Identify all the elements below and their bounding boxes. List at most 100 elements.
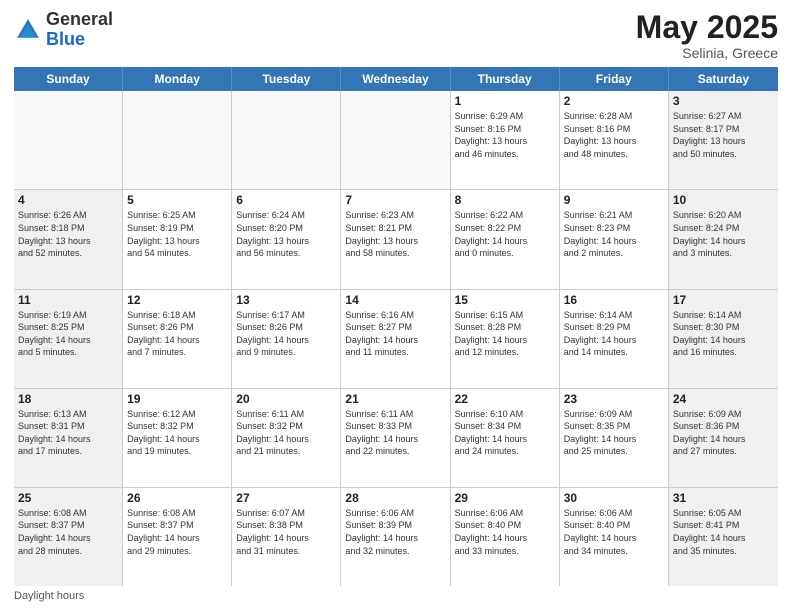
day-number-17: 17 [673, 293, 774, 307]
week-row-2: 4Sunrise: 6:26 AM Sunset: 8:18 PM Daylig… [14, 190, 778, 289]
daylight-label: Daylight hours [14, 590, 84, 602]
day-number-3: 3 [673, 94, 774, 108]
week-row-1: 1 Sunrise: 6:29 AM Sunset: 8:16 PM Daylig… [14, 91, 778, 190]
title-location: Selinia, Greece [636, 45, 778, 61]
day-number-11: 11 [18, 293, 118, 307]
day-info-3: Sunrise: 6:27 AM Sunset: 8:17 PM Dayligh… [673, 110, 774, 160]
day-info-23: Sunrise: 6:09 AM Sunset: 8:35 PM Dayligh… [564, 408, 664, 458]
day-3: 3 Sunrise: 6:27 AM Sunset: 8:17 PM Daylig… [669, 91, 778, 189]
day-7: 7 Sunrise: 6:23 AM Sunset: 8:21 PM Daylig… [341, 190, 450, 288]
day-15: 15 Sunrise: 6:15 AM Sunset: 8:28 PM Dayli… [451, 290, 560, 388]
week-row-4: 18 Sunrise: 6:13 AM Sunset: 8:31 PM Dayli… [14, 389, 778, 488]
day-info-29: Sunrise: 6:06 AM Sunset: 8:40 PM Dayligh… [455, 507, 555, 557]
day-26: 26 Sunrise: 6:08 AM Sunset: 8:37 PM Dayli… [123, 488, 232, 586]
day-number-10: 10 [673, 193, 774, 207]
day-23: 23 Sunrise: 6:09 AM Sunset: 8:35 PM Dayli… [560, 389, 669, 487]
day-number-2: 2 [564, 94, 664, 108]
calendar-header: SundayMondayTuesdayWednesdayThursdayFrid… [14, 67, 778, 91]
day-6: 6 Sunrise: 6:24 AM Sunset: 8:20 PM Daylig… [232, 190, 341, 288]
header-day-tuesday: Tuesday [232, 67, 341, 91]
logo-icon [14, 16, 42, 44]
day-13: 13 Sunrise: 6:17 AM Sunset: 8:26 PM Dayli… [232, 290, 341, 388]
day-25: 25 Sunrise: 6:08 AM Sunset: 8:37 PM Dayli… [14, 488, 123, 586]
day-info-5: Sunrise: 6:25 AM Sunset: 8:19 PM Dayligh… [127, 209, 227, 259]
day-info-13: Sunrise: 6:17 AM Sunset: 8:26 PM Dayligh… [236, 309, 336, 359]
day-number-26: 26 [127, 491, 227, 505]
day-info-21: Sunrise: 6:11 AM Sunset: 8:33 PM Dayligh… [345, 408, 445, 458]
day-info-28: Sunrise: 6:06 AM Sunset: 8:39 PM Dayligh… [345, 507, 445, 557]
day-number-15: 15 [455, 293, 555, 307]
day-number-21: 21 [345, 392, 445, 406]
day-info-19: Sunrise: 6:12 AM Sunset: 8:32 PM Dayligh… [127, 408, 227, 458]
day-info-20: Sunrise: 6:11 AM Sunset: 8:32 PM Dayligh… [236, 408, 336, 458]
day-info-11: Sunrise: 6:19 AM Sunset: 8:25 PM Dayligh… [18, 309, 118, 359]
day-number-12: 12 [127, 293, 227, 307]
logo-blue: Blue [46, 30, 113, 50]
footer-note: Daylight hours [14, 590, 778, 602]
day-info-26: Sunrise: 6:08 AM Sunset: 8:37 PM Dayligh… [127, 507, 227, 557]
day-28: 28 Sunrise: 6:06 AM Sunset: 8:39 PM Dayli… [341, 488, 450, 586]
day-info-7: Sunrise: 6:23 AM Sunset: 8:21 PM Dayligh… [345, 209, 445, 259]
day-number-23: 23 [564, 392, 664, 406]
day-14: 14Sunrise: 6:16 AM Sunset: 8:27 PM Dayli… [341, 290, 450, 388]
day-number-27: 27 [236, 491, 336, 505]
day-info-18: Sunrise: 6:13 AM Sunset: 8:31 PM Dayligh… [18, 408, 118, 458]
day-number-6: 6 [236, 193, 336, 207]
day-info-27: Sunrise: 6:07 AM Sunset: 8:38 PM Dayligh… [236, 507, 336, 557]
day-info-22: Sunrise: 6:10 AM Sunset: 8:34 PM Dayligh… [455, 408, 555, 458]
day-info-6: Sunrise: 6:24 AM Sunset: 8:20 PM Dayligh… [236, 209, 336, 259]
day-number-24: 24 [673, 392, 774, 406]
week-row-3: 11 Sunrise: 6:19 AM Sunset: 8:25 PM Dayli… [14, 290, 778, 389]
day-number-18: 18 [18, 392, 118, 406]
day-number-25: 25 [18, 491, 118, 505]
header-day-friday: Friday [560, 67, 669, 91]
day-info-15: Sunrise: 6:15 AM Sunset: 8:28 PM Dayligh… [455, 309, 555, 359]
day-9: 9 Sunrise: 6:21 AM Sunset: 8:23 PM Daylig… [560, 190, 669, 288]
day-11: 11 Sunrise: 6:19 AM Sunset: 8:25 PM Dayli… [14, 290, 123, 388]
day-number-13: 13 [236, 293, 336, 307]
day-number-20: 20 [236, 392, 336, 406]
day-19: 19 Sunrise: 6:12 AM Sunset: 8:32 PM Dayli… [123, 389, 232, 487]
day-number-7: 7 [345, 193, 445, 207]
day-21: 21 Sunrise: 6:11 AM Sunset: 8:33 PM Dayli… [341, 389, 450, 487]
day-info-1: Sunrise: 6:29 AM Sunset: 8:16 PM Dayligh… [455, 110, 555, 160]
day-number-22: 22 [455, 392, 555, 406]
day-number-31: 31 [673, 491, 774, 505]
day-10: 10 Sunrise: 6:20 AM Sunset: 8:24 PM Dayli… [669, 190, 778, 288]
day-number-28: 28 [345, 491, 445, 505]
day-number-9: 9 [564, 193, 664, 207]
header-day-thursday: Thursday [451, 67, 560, 91]
logo-general: General [46, 10, 113, 30]
day-5: 5Sunrise: 6:25 AM Sunset: 8:19 PM Daylig… [123, 190, 232, 288]
logo: General Blue [14, 10, 113, 50]
day-info-2: Sunrise: 6:28 AM Sunset: 8:16 PM Dayligh… [564, 110, 664, 160]
day-18: 18 Sunrise: 6:13 AM Sunset: 8:31 PM Dayli… [14, 389, 123, 487]
empty-cell-0-0 [14, 91, 123, 189]
page-container: General Blue May 2025 Selinia, Greece Su… [0, 0, 792, 612]
logo-text: General Blue [46, 10, 113, 50]
day-number-19: 19 [127, 392, 227, 406]
day-info-24: Sunrise: 6:09 AM Sunset: 8:36 PM Dayligh… [673, 408, 774, 458]
day-info-9: Sunrise: 6:21 AM Sunset: 8:23 PM Dayligh… [564, 209, 664, 259]
day-29: 29 Sunrise: 6:06 AM Sunset: 8:40 PM Dayli… [451, 488, 560, 586]
day-number-4: 4 [18, 193, 118, 207]
header-day-sunday: Sunday [14, 67, 123, 91]
day-24: 24 Sunrise: 6:09 AM Sunset: 8:36 PM Dayli… [669, 389, 778, 487]
day-17: 17 Sunrise: 6:14 AM Sunset: 8:30 PM Dayli… [669, 290, 778, 388]
day-16: 16 Sunrise: 6:14 AM Sunset: 8:29 PM Dayli… [560, 290, 669, 388]
day-info-16: Sunrise: 6:14 AM Sunset: 8:29 PM Dayligh… [564, 309, 664, 359]
day-info-17: Sunrise: 6:14 AM Sunset: 8:30 PM Dayligh… [673, 309, 774, 359]
page-header: General Blue May 2025 Selinia, Greece [14, 10, 778, 61]
day-1: 1 Sunrise: 6:29 AM Sunset: 8:16 PM Daylig… [451, 91, 560, 189]
header-day-wednesday: Wednesday [341, 67, 450, 91]
day-30: 30Sunrise: 6:06 AM Sunset: 8:40 PM Dayli… [560, 488, 669, 586]
day-number-29: 29 [455, 491, 555, 505]
day-info-25: Sunrise: 6:08 AM Sunset: 8:37 PM Dayligh… [18, 507, 118, 557]
day-number-1: 1 [455, 94, 555, 108]
day-number-14: 14 [345, 293, 445, 307]
day-20: 20 Sunrise: 6:11 AM Sunset: 8:32 PM Dayli… [232, 389, 341, 487]
day-info-31: Sunrise: 6:05 AM Sunset: 8:41 PM Dayligh… [673, 507, 774, 557]
day-number-16: 16 [564, 293, 664, 307]
header-day-monday: Monday [123, 67, 232, 91]
day-info-10: Sunrise: 6:20 AM Sunset: 8:24 PM Dayligh… [673, 209, 774, 259]
